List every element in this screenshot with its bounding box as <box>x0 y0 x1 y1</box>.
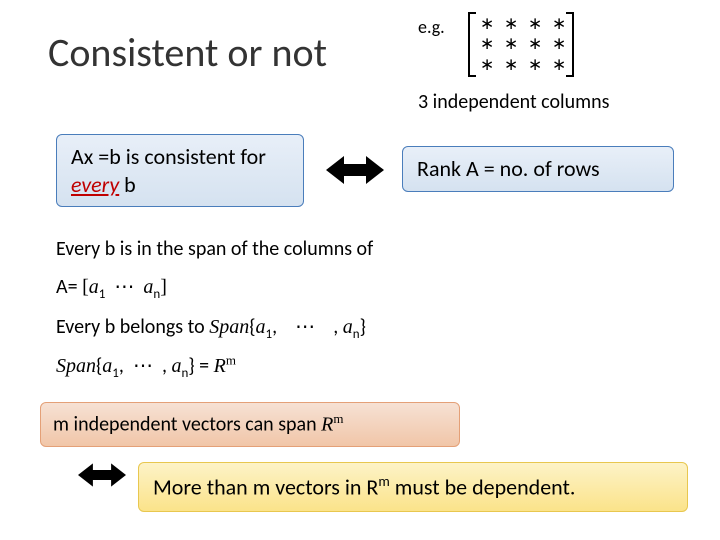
statement-box-span-rm: m independent vectors can span Rm <box>40 402 460 447</box>
example-matrix: ∗∗∗∗ ∗∗∗∗ ∗∗∗∗ <box>468 12 574 77</box>
line-span-columns: Every b is in the span of the columns of <box>56 230 373 268</box>
body-text: Every b is in the span of the columns of… <box>56 230 373 387</box>
statement-box-dependent: More than m vectors in Rm must be depend… <box>138 462 688 512</box>
matrix-caption: 3 independent columns <box>418 90 609 114</box>
example-label: e.g. <box>418 16 445 38</box>
statement-box-rank: Rank A = no. of rows <box>402 146 674 192</box>
double-arrow-icon <box>78 458 126 492</box>
line-span-eq-rm: Span{a1, ⋯ , an} = Rm <box>56 347 373 387</box>
line-span-set: Every b belongs to Span{a1, ⋯ , an} <box>56 308 373 348</box>
statement-box-consistent: Ax =b is consistent for every b <box>56 134 304 207</box>
line-a-definition: A= [a1 ⋯ an] <box>56 268 373 308</box>
double-arrow-icon <box>326 150 384 190</box>
page-title: Consistent or not <box>48 28 327 77</box>
